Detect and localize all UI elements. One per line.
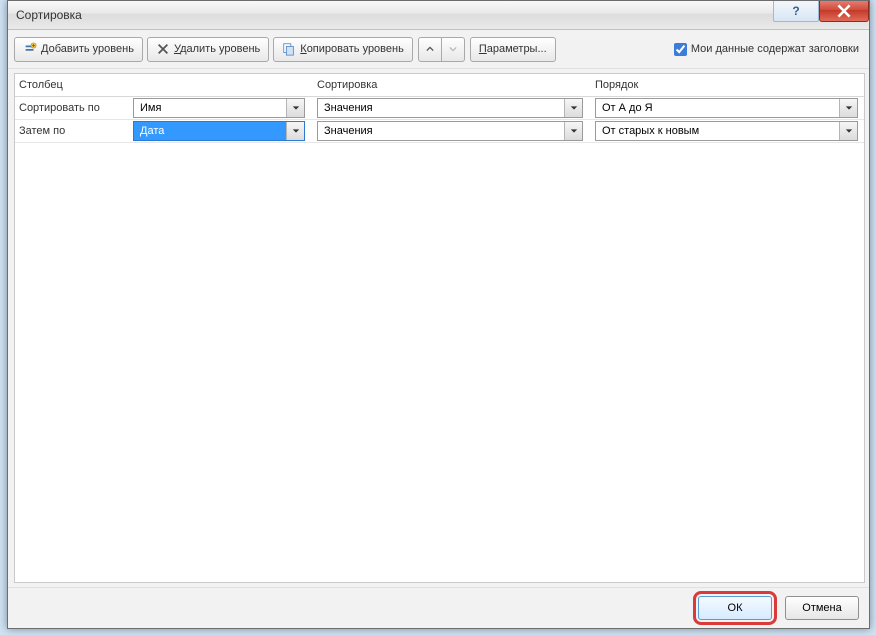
grid-blank [15,143,864,582]
header-column: Столбец [15,79,133,91]
headers-checkbox-wrap[interactable]: Мои данные содержат заголовки [674,43,859,56]
order-combo[interactable]: От А до Я [595,98,858,118]
column-combo[interactable]: Имя [133,98,305,118]
add-level-label: Добавить уровень [41,43,134,55]
sort-grid: Столбец Сортировка Порядок Сортировать п… [14,73,865,583]
header-order: Порядок [595,79,864,91]
cancel-button[interactable]: Отмена [785,596,859,620]
delete-icon [156,42,170,56]
combo-arrow-icon [564,122,582,140]
move-down-button[interactable] [442,37,465,62]
titlebar: Сортировка ? [8,1,869,30]
cancel-label: Отмена [802,602,841,614]
copy-level-label: Копировать уровень [300,43,404,55]
chevron-down-icon [449,45,457,53]
window-controls: ? [773,1,869,21]
delete-level-label: Удалить уровень [174,43,260,55]
close-button[interactable] [819,1,869,22]
sort-row: Сортировать по Имя Значения От А до Я [15,97,864,120]
move-up-button[interactable] [418,37,442,62]
add-level-button[interactable]: Добавить уровень [14,37,143,62]
sort-dialog: Сортировка ? Добавить уровень [7,0,870,629]
combo-arrow-icon [286,122,304,140]
sorton-combo[interactable]: Значения [317,121,583,141]
ok-highlight: ОК [693,591,777,625]
window-title: Сортировка [16,8,82,22]
help-button[interactable]: ? [773,1,819,22]
order-combo[interactable]: От старых к новым [595,121,858,141]
options-button[interactable]: Параметры... [470,37,556,62]
combo-arrow-icon [286,99,304,117]
dialog-footer: ОК Отмена [8,587,869,628]
headers-checkbox[interactable] [674,43,687,56]
delete-level-button[interactable]: Удалить уровень [147,37,269,62]
ok-label: ОК [728,602,743,614]
row-label: Сортировать по [15,102,133,114]
copy-icon [282,42,296,56]
combo-arrow-icon [564,99,582,117]
row-label: Затем по [15,125,133,137]
toolbar: Добавить уровень Удалить уровень Копиров… [8,30,869,69]
headers-checkbox-label: Мои данные содержат заголовки [691,43,859,55]
copy-level-button[interactable]: Копировать уровень [273,37,413,62]
close-icon [837,4,851,18]
sorton-combo[interactable]: Значения [317,98,583,118]
help-icon: ? [792,4,799,18]
chevron-up-icon [426,45,434,53]
ok-button[interactable]: ОК [698,596,772,620]
options-label: Параметры... [479,43,547,55]
combo-arrow-icon [839,99,857,117]
sort-row: Затем по Дата Значения От старых к нов [15,120,864,143]
column-combo[interactable]: Дата [133,121,305,141]
add-level-icon [23,42,37,56]
header-sorton: Сортировка [317,79,595,91]
combo-arrow-icon [839,122,857,140]
grid-header-row: Столбец Сортировка Порядок [15,74,864,97]
sort-grid-area: Столбец Сортировка Порядок Сортировать п… [8,69,869,587]
